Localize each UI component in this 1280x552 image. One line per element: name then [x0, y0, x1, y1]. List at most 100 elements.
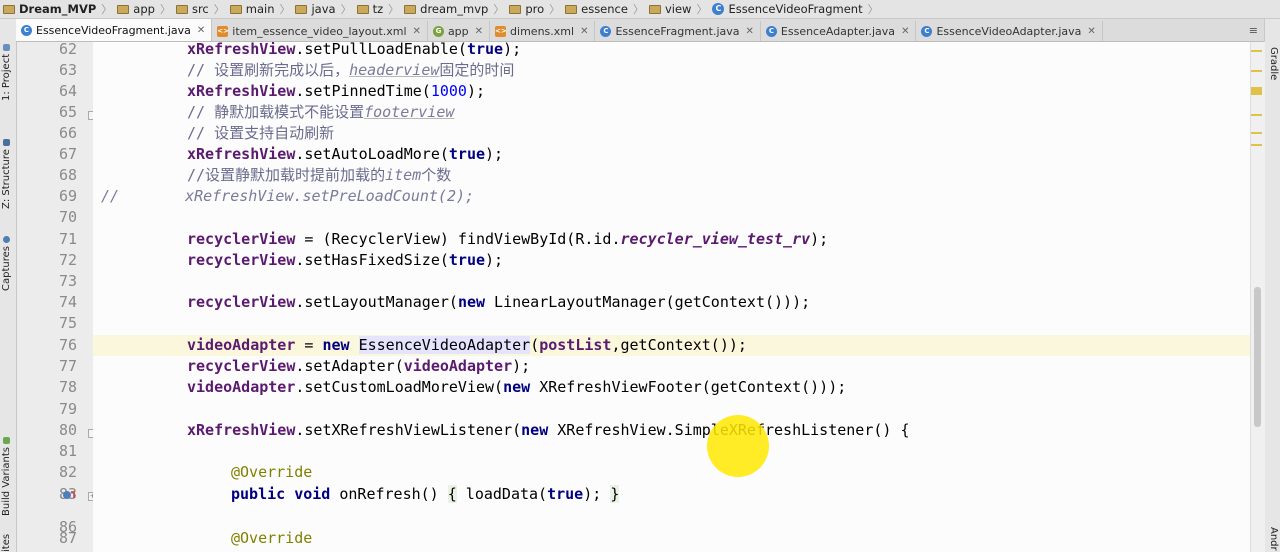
line-number: 79 — [58, 400, 77, 418]
code-line-82: @Override — [231, 463, 313, 481]
chevron-right-icon: 〉 — [632, 3, 644, 16]
cursor-highlight — [707, 415, 769, 477]
line-number: 80 — [58, 421, 77, 439]
build-variants-tool-icon — [3, 437, 10, 445]
package-icon — [356, 4, 369, 14]
close-icon[interactable]: ✕ — [197, 25, 205, 36]
warning-stripe-mark[interactable] — [1251, 144, 1262, 146]
class-icon: C — [600, 25, 612, 37]
code-editor[interactable]: xRefreshView.setPullLoadEnable(true); //… — [93, 42, 1250, 552]
line-number: 70 — [58, 208, 77, 226]
warning-stripe-mark[interactable] — [1251, 50, 1262, 52]
line-number: 76 — [58, 336, 77, 354]
tool-window-captures[interactable]: Captures — [1, 236, 12, 291]
project-folder-icon — [3, 4, 15, 14]
close-icon[interactable]: ✕ — [1087, 26, 1095, 37]
right-tool-strip: Gradle Andr — [1264, 19, 1280, 552]
class-icon: C — [765, 25, 777, 37]
line-number: 68 — [58, 166, 77, 184]
class-icon: C — [921, 25, 933, 37]
chevron-right-icon: 〉 — [213, 3, 225, 16]
code-line-71: recyclerView = (RecyclerView) findViewBy… — [187, 230, 829, 248]
tool-window-build-variants[interactable]: Build Variants — [1, 437, 12, 516]
close-icon[interactable]: ✕ — [413, 26, 421, 37]
override-method-icon[interactable] — [62, 489, 76, 501]
tab-dimens[interactable]: <> dimens.xml ✕ — [490, 21, 596, 41]
chevron-right-icon: 〉 — [549, 3, 561, 16]
breadcrumb-item-tz[interactable]: tz 〉 — [354, 0, 402, 18]
tab-essence-video-adapter[interactable]: C EssenceVideoAdapter.java ✕ — [916, 21, 1103, 41]
code-line-67: xRefreshView.setAutoLoadMore(true); — [187, 145, 504, 163]
warning-stripe-mark[interactable] — [1251, 87, 1262, 95]
breadcrumb-item-view[interactable]: view 〉 — [646, 0, 709, 18]
chevron-right-icon: 〉 — [101, 3, 113, 16]
chevron-right-icon: 〉 — [867, 3, 879, 16]
tab-essence-video-fragment[interactable]: C EssenceVideoFragment.java ✕ — [16, 19, 213, 41]
close-icon[interactable]: ✕ — [580, 26, 588, 37]
breadcrumb-item-src[interactable]: src 〉 — [173, 0, 227, 18]
breadcrumb-item-class[interactable]: C EssenceVideoFragment 〉 — [709, 0, 880, 18]
tool-window-structure[interactable]: Z: Structure — [1, 139, 12, 209]
code-line-65: // 静默加载模式不能设置footerview — [187, 103, 455, 121]
line-number-gutter[interactable]: 62 63 64 65 66 67 68 69 70 71 72 73 74 7… — [17, 40, 118, 552]
code-line-83: public void onRefresh() { loadData(true)… — [231, 485, 620, 503]
tab-item-essence-video-layout[interactable]: <> item_essence_video_layout.xml ✕ — [212, 21, 428, 41]
line-number: 77 — [58, 357, 77, 375]
package-icon — [565, 4, 578, 14]
folder-icon — [229, 4, 242, 14]
close-icon[interactable]: ✕ — [475, 26, 483, 37]
left-tool-strip: 1: Project Z: Structure Captures Build V… — [0, 19, 17, 552]
code-line-68: //设置静默加载时提前加载的item个数 — [187, 166, 452, 184]
code-line-69: //xRefreshView.setPreLoadCount(2); — [101, 187, 475, 205]
chevron-right-icon: 〉 — [696, 3, 708, 16]
package-icon — [509, 4, 522, 14]
scrollbar-thumb[interactable] — [1254, 287, 1261, 427]
tab-essence-adapter[interactable]: C EssenceAdapter.java ✕ — [761, 21, 917, 41]
warning-stripe-mark[interactable] — [1251, 132, 1262, 134]
breadcrumb-item-project[interactable]: Dream_MVP 〉 — [0, 0, 114, 18]
code-line-63: // 设置刷新完成以后，headerview固定的时间 — [187, 61, 515, 79]
code-line-77: recyclerView.setAdapter(videoAdapter); — [187, 357, 531, 375]
class-icon: C — [21, 24, 32, 36]
chevron-right-icon: 〉 — [493, 3, 505, 16]
line-number: 87 — [58, 529, 77, 547]
close-icon[interactable]: ✕ — [901, 26, 909, 37]
warning-stripe-mark[interactable] — [1251, 114, 1262, 116]
line-number: 81 — [58, 442, 77, 460]
tab-overflow-menu[interactable]: ≡ — [1243, 21, 1264, 41]
editor-scrollbar[interactable] — [1250, 42, 1265, 552]
xml-icon: <> — [217, 25, 229, 37]
line-number: 69 — [58, 187, 77, 205]
tool-window-project[interactable]: 1: Project — [1, 43, 12, 101]
tab-essence-fragment[interactable]: C EssenceFragment.java ✕ — [595, 21, 761, 41]
breadcrumb-item-dream-mvp[interactable]: dream_mvp 〉 — [401, 0, 506, 18]
line-number: 74 — [58, 293, 77, 311]
line-number: 66 — [58, 124, 77, 142]
breadcrumb-item-java[interactable]: java 〉 — [292, 0, 353, 18]
line-number: 82 — [58, 463, 77, 481]
tool-window-favorites[interactable]: ites — [1, 534, 12, 552]
code-line-66: // 设置支持自动刷新 — [187, 124, 335, 142]
line-number: 72 — [58, 251, 77, 269]
code-line-64: xRefreshView.setPinnedTime(1000); — [187, 82, 486, 100]
chevron-right-icon: 〉 — [159, 3, 171, 16]
code-line-74: recyclerView.setLayoutManager(new Linear… — [187, 293, 811, 311]
line-number: 63 — [58, 61, 77, 79]
warning-stripe-mark[interactable] — [1251, 70, 1262, 72]
tab-app[interactable]: Gapp ✕ — [428, 21, 491, 41]
breadcrumb-item-app[interactable]: app 〉 — [114, 0, 173, 18]
tool-window-android[interactable]: Andr — [1268, 527, 1279, 551]
breadcrumb-item-pro[interactable]: pro 〉 — [506, 0, 562, 18]
close-icon[interactable]: ✕ — [746, 26, 754, 37]
breadcrumb-item-main[interactable]: main 〉 — [227, 0, 293, 18]
breadcrumb-item-essence[interactable]: essence 〉 — [562, 0, 646, 18]
line-number: 67 — [58, 145, 77, 163]
package-icon — [404, 4, 417, 14]
line-number: 71 — [58, 230, 77, 248]
line-number: 62 — [58, 40, 77, 58]
chevron-right-icon: 〉 — [340, 3, 352, 16]
captures-tool-icon — [3, 236, 10, 244]
breadcrumb: Dream_MVP 〉 app 〉 src 〉 main 〉 java 〉 tz 〉 dre… — [0, 0, 1280, 19]
tool-window-gradle[interactable]: Gradle — [1268, 47, 1279, 80]
code-line-76: videoAdapter = new EssenceVideoAdapter(p… — [93, 335, 1250, 356]
